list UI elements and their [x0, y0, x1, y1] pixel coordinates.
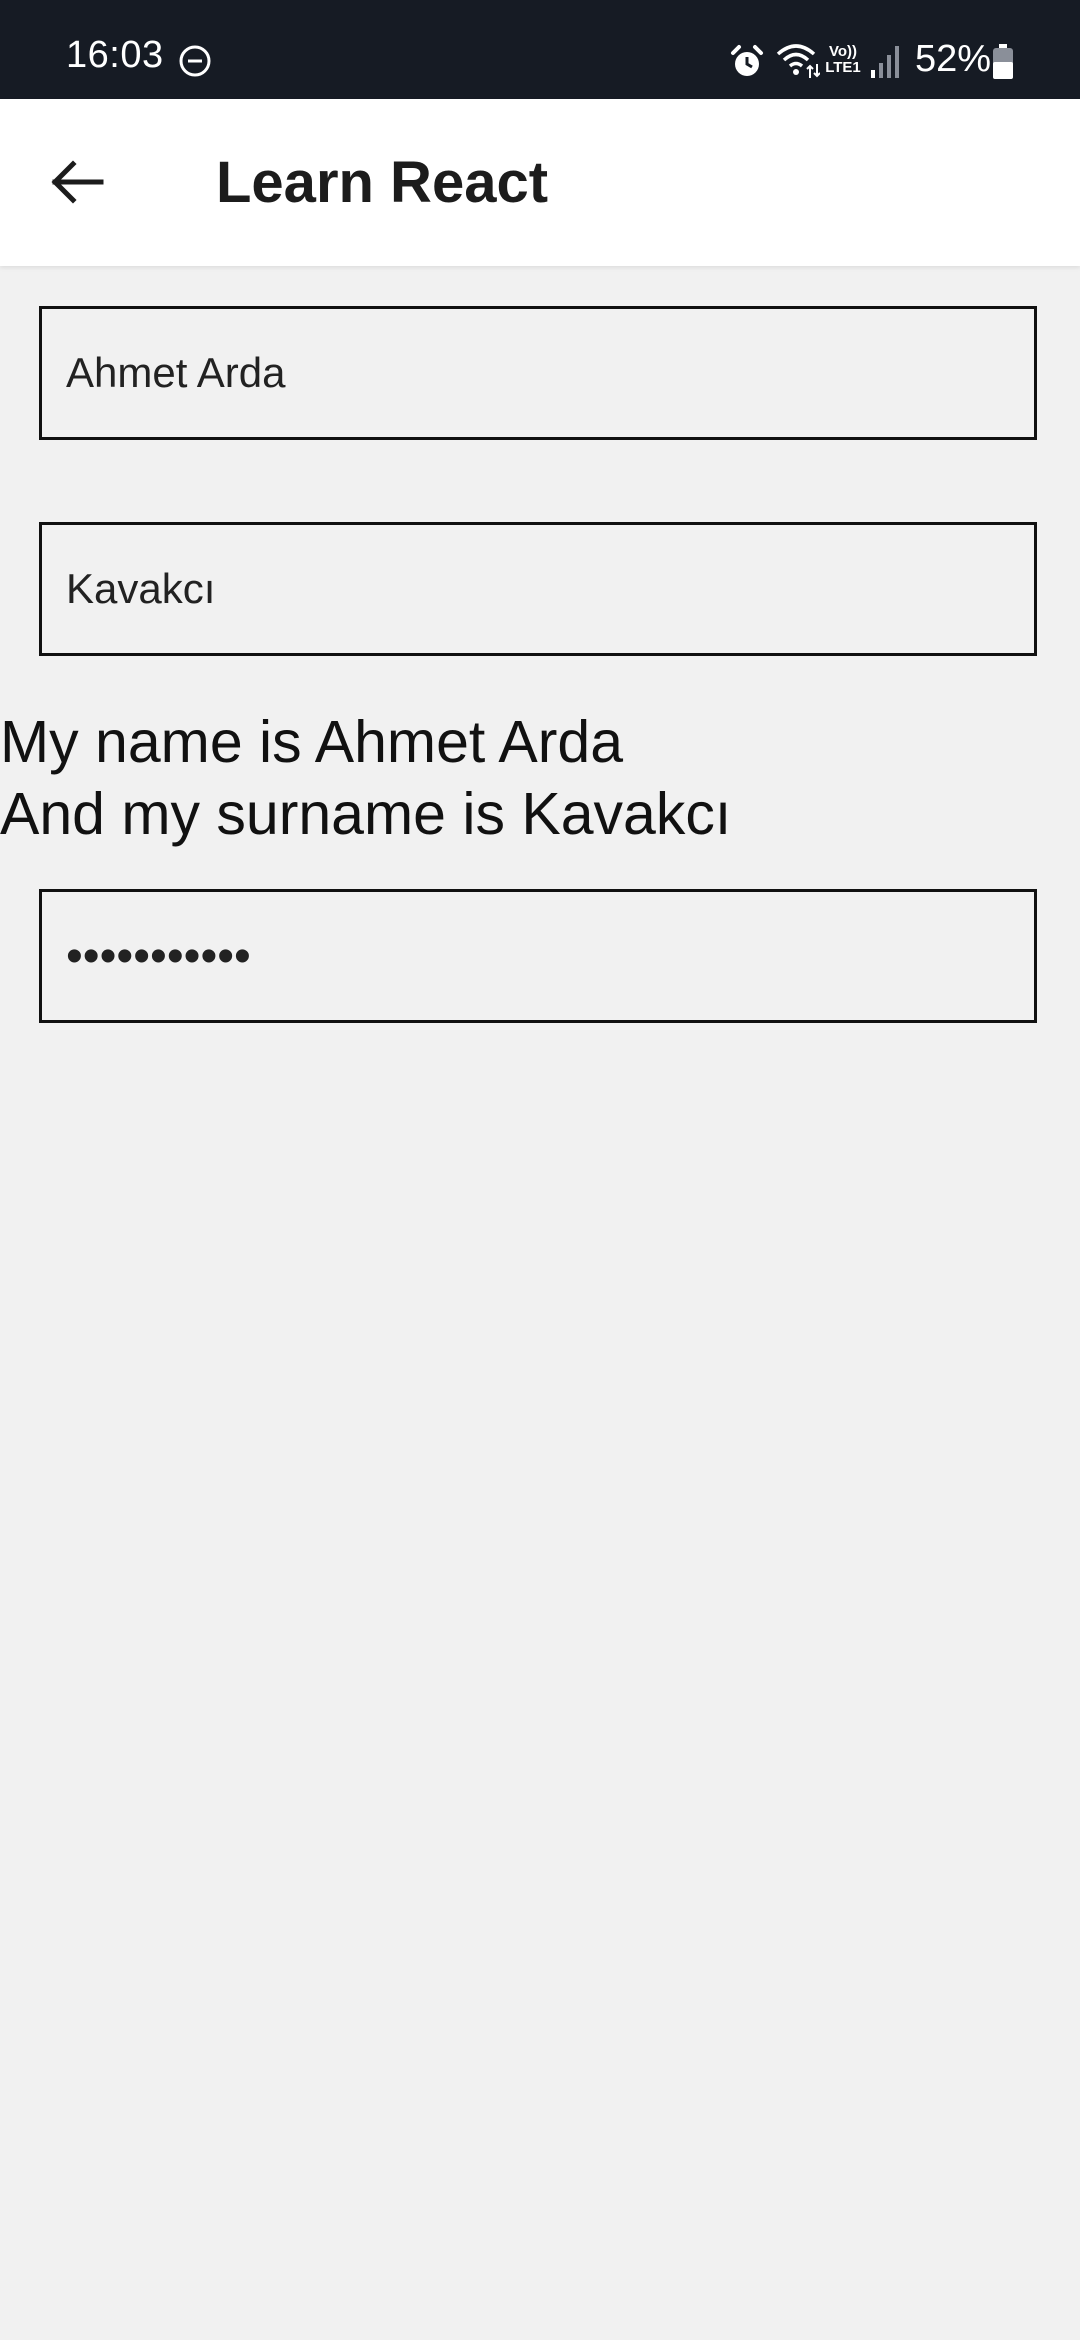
volte-icon: Vo)) LTE1: [823, 44, 863, 80]
battery-percentage: 52%: [915, 38, 992, 80]
last-name-input[interactable]: [39, 522, 1037, 656]
signal-icon: [870, 44, 902, 80]
back-button[interactable]: [36, 143, 118, 225]
wifi-icon: [776, 42, 821, 80]
do-not-disturb-icon: [178, 44, 212, 78]
volte-label-top: Vo)): [828, 43, 858, 60]
password-input[interactable]: [39, 889, 1037, 1023]
first-name-input[interactable]: [39, 306, 1037, 440]
page-title: Learn React: [216, 150, 549, 215]
alarm-icon: [729, 44, 765, 80]
battery-icon: [992, 44, 1014, 80]
name-display-text: My name is Ahmet Arda: [0, 709, 624, 775]
app-bar: Learn React: [0, 99, 1080, 266]
status-bar: 16:03 Vo)) LTE1 52%: [0, 0, 1080, 99]
status-time: 16:03: [66, 34, 164, 76]
arrow-left-icon: [49, 158, 105, 211]
volte-label-bottom: LTE1: [825, 59, 861, 76]
surname-display-text: And my surname is Kavakcı: [0, 781, 732, 847]
